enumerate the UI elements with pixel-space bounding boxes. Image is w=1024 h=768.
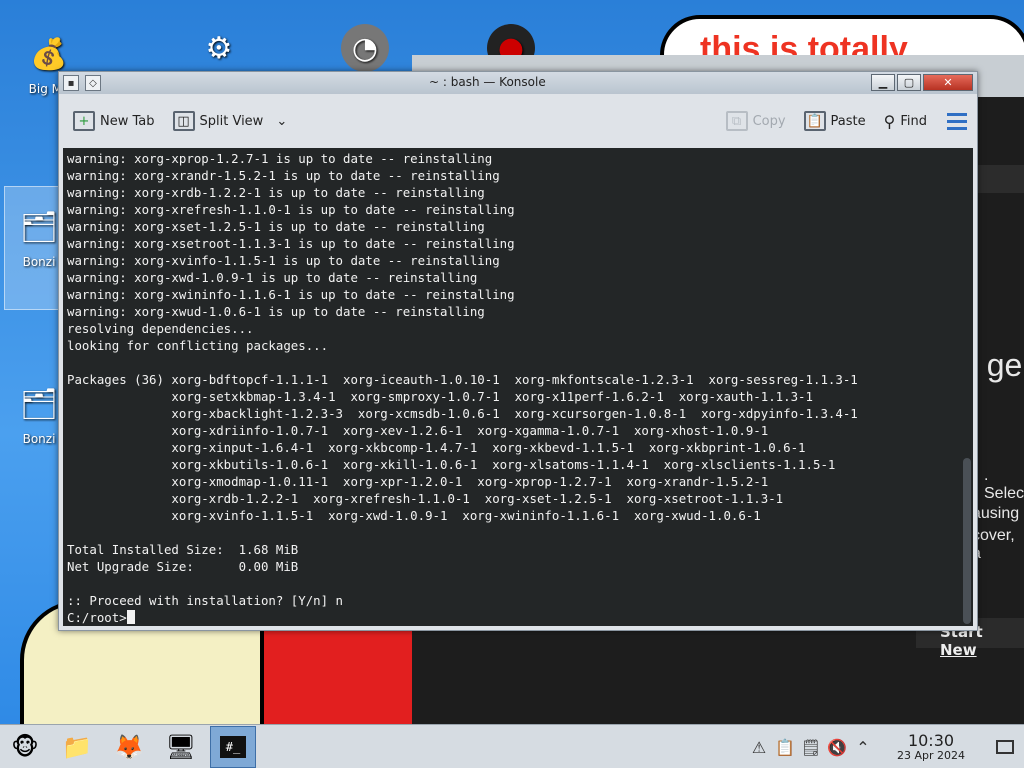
window-menu-icon[interactable]: ▪	[63, 75, 79, 91]
terminal-line: :: Proceed with installation? [Y/n] n	[67, 593, 344, 608]
bonzi-installer-icon: 🗂	[19, 386, 59, 422]
desktop-icon-gear[interactable]: ⚙	[184, 24, 254, 76]
terminal-line: Packages (36) xorg-bdftopcf-1.1.1-1 xorg…	[67, 372, 858, 387]
terminal-line: warning: xorg-xrdb-1.2.2-1 is up to date…	[67, 185, 485, 200]
folder-icon: 📁	[62, 732, 92, 761]
split-view-button[interactable]: ◫ Split View ⌄	[167, 107, 294, 135]
terminal-line: warning: xorg-xwud-1.0.6-1 is up to date…	[67, 304, 485, 319]
toolbar: + New Tab ◫ Split View ⌄ ⧉ Copy 📋 Paste …	[59, 94, 977, 148]
hamburger-menu-icon[interactable]	[947, 112, 967, 130]
copy-label: Copy	[752, 113, 786, 129]
terminal-line: xorg-xvinfo-1.1.5-1 xorg-xwd-1.0.9-1 xor…	[67, 508, 761, 523]
terminal-line: warning: xorg-xrefresh-1.1.0-1 is up to …	[67, 202, 515, 217]
clock-date: 23 Apr 2024	[896, 749, 965, 762]
terminal-view[interactable]: warning: xorg-xprop-1.2.7-1 is up to dat…	[63, 148, 973, 626]
start-new-emph: New	[940, 641, 977, 659]
chevron-down-icon: ⌄	[276, 113, 288, 129]
clock[interactable]: 10:30 23 Apr 2024	[886, 732, 976, 762]
konsole-window[interactable]: ▪ ◇ ~ : bash — Konsole ▁ ▢ ✕ + New Tab ◫…	[58, 71, 978, 631]
terminal-line: warning: xorg-xrandr-1.5.2-1 is up to da…	[67, 168, 500, 183]
terminal-line: warning: xorg-xsetroot-1.1.3-1 is up to …	[67, 236, 515, 251]
taskbar-item-control-panel[interactable]: 🖥	[158, 726, 204, 768]
text-cursor	[126, 610, 135, 624]
clipboard-icon[interactable]: 📋	[772, 738, 798, 757]
background-text-fragment: ausing	[972, 505, 1020, 522]
terminal-line: resolving dependencies...	[67, 321, 254, 336]
terminal-line: xorg-setxkbmap-1.3.4-1 xorg-smproxy-1.0.…	[67, 389, 813, 404]
background-window-strip	[972, 165, 1024, 193]
maximize-button[interactable]: ▢	[897, 74, 921, 91]
show-desktop-button[interactable]	[996, 740, 1014, 754]
terminal-line: looking for conflicting packages...	[67, 338, 329, 353]
window-title: ~ : bash — Konsole	[429, 75, 546, 89]
close-icon: ✕	[943, 76, 953, 89]
find-label: Find	[900, 113, 927, 129]
terminal-line: Net Upgrade Size: 0.00 MiB	[67, 559, 299, 574]
taskbar: 🐵 📁 🦊 🖥 #_ ⚠ 📋 🗒 🔇 ⌃ 10:30 23 Apr 2024	[0, 724, 1024, 768]
taskbar-item-firefox[interactable]: 🦊	[106, 726, 152, 768]
taskbar-item-file-manager[interactable]: 📁	[54, 726, 100, 768]
terminal-output: warning: xorg-xprop-1.2.7-1 is up to dat…	[63, 148, 973, 626]
find-button[interactable]: ⚲ Find	[878, 108, 933, 135]
background-text-fragment: cover, a	[972, 527, 1015, 562]
search-icon: ⚲	[883, 111, 896, 131]
system-tray: ⚠ 📋 🗒 🔇 ⌃ 10:30 23 Apr 2024	[746, 725, 1024, 768]
close-button[interactable]: ✕	[923, 74, 973, 91]
new-tab-label: New Tab	[100, 113, 155, 129]
terminal-line: warning: xorg-xwd-1.0.9-1 is up to date …	[67, 270, 478, 285]
paste-label: Paste	[830, 113, 866, 129]
firefox-icon: 🦊	[114, 732, 144, 761]
terminal-line: xorg-xdriinfo-1.0.7-1 xorg-xev-1.2.6-1 x…	[67, 423, 769, 438]
desktop-icon-gauge[interactable]: ◔	[330, 24, 400, 76]
gear-icon: ⚙	[205, 30, 233, 66]
terminal-line: Total Installed Size: 1.68 MiB	[67, 542, 299, 557]
new-tab-icon: +	[73, 111, 95, 131]
monitor-settings-icon: 🖥	[165, 732, 197, 761]
bonzi-icon: 🐵	[11, 732, 39, 761]
terminal-line: xorg-xinput-1.6.4-1 xorg-xkbcomp-1.4.7-1…	[67, 440, 806, 455]
notes-icon[interactable]: 🗒	[798, 738, 824, 757]
terminal-line: xorg-xkbutils-1.0.6-1 xorg-xkill-1.0.6-1…	[67, 457, 836, 472]
bonzi-installer-icon: 🗂	[19, 209, 59, 245]
terminal-line: warning: xorg-xvinfo-1.1.5-1 is up to da…	[67, 253, 500, 268]
window-titlebar[interactable]: ▪ ◇ ~ : bash — Konsole ▁ ▢ ✕	[59, 72, 977, 94]
paste-button[interactable]: 📋 Paste	[798, 107, 872, 135]
minimize-button[interactable]: ▁	[871, 74, 895, 91]
minimize-icon: ▁	[878, 76, 888, 89]
network-warning-icon[interactable]: ⚠	[746, 738, 772, 757]
terminal-line: warning: xorg-xprop-1.2.7-1 is up to dat…	[67, 151, 493, 166]
scrollbar[interactable]	[963, 150, 971, 624]
maximize-icon: ▢	[903, 76, 915, 89]
new-tab-button[interactable]: + New Tab	[67, 107, 161, 135]
copy-icon: ⧉	[725, 111, 748, 131]
split-view-icon: ◫	[172, 111, 195, 131]
terminal-prompt: C:/root>	[67, 610, 127, 625]
chevron-up-icon[interactable]: ⌃	[850, 738, 876, 757]
taskbar-item-start-menu-bonzi[interactable]: 🐵	[2, 726, 48, 768]
terminal-prompt-line[interactable]: C:/root>	[67, 609, 973, 626]
clock-time: 10:30	[907, 731, 955, 750]
terminal-line: xorg-xrdb-1.2.2-1 xorg-xrefresh-1.1.0-1 …	[67, 491, 784, 506]
terminal-line: xorg-xbacklight-1.2.3-3 xorg-xcmsdb-1.0.…	[67, 406, 858, 421]
terminal-line: warning: xorg-xset-1.2.5-1 is up to date…	[67, 219, 485, 234]
volume-muted-icon[interactable]: 🔇	[824, 738, 850, 757]
scrollbar-thumb[interactable]	[963, 458, 971, 624]
taskbar-item-konsole[interactable]: #_	[210, 725, 256, 768]
paste-icon: 📋	[803, 111, 826, 131]
gauge-icon: ◔	[341, 24, 389, 72]
background-text-fragment: . Selec	[984, 467, 1024, 502]
terminal-line: warning: xorg-xwininfo-1.1.6-1 is up to …	[67, 287, 515, 302]
copy-button[interactable]: ⧉ Copy	[720, 107, 792, 135]
keep-above-icon[interactable]: ◇	[85, 75, 101, 91]
split-view-label: Split View	[199, 113, 264, 129]
terminal-line: xorg-xmodmap-1.0.11-1 xorg-xpr-1.2.0-1 x…	[67, 474, 769, 489]
terminal-icon: #_	[219, 735, 247, 758]
